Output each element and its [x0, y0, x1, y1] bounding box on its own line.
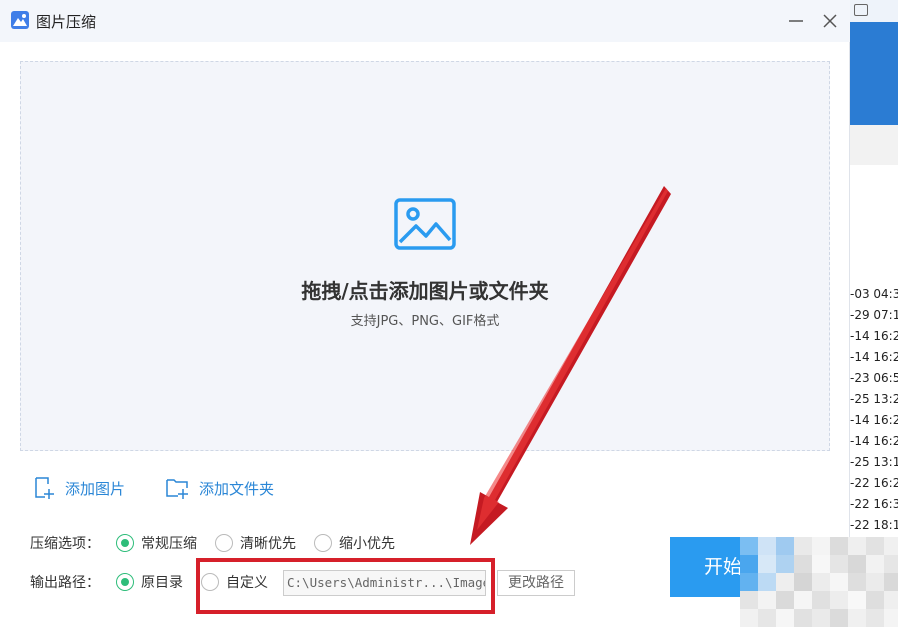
background-file-list: -03 04:3 -29 07:1 -14 16:2 -14 16:2 -23 06:5…: [850, 284, 898, 536]
add-image-icon: [35, 477, 54, 499]
message-icon: [854, 4, 868, 16]
background-row: -14 16:2: [850, 329, 898, 343]
radio-label: 缩小优先: [339, 536, 395, 552]
mosaic-overlay: [740, 537, 898, 627]
radio-label: 清晰优先: [240, 536, 296, 552]
drop-zone-title: 拖拽/点击添加图片或文件夹: [301, 279, 549, 303]
image-compress-dialog: 图片压缩 拖拽/点击添加图片或文件夹 支持JPG、PNG、GIF格式 添加图片 …: [0, 0, 850, 627]
close-icon[interactable]: [819, 10, 841, 32]
radio-clarity-first[interactable]: 清晰优先: [215, 533, 296, 553]
background-row: -25 13:2: [850, 392, 898, 406]
drop-zone[interactable]: [20, 61, 830, 451]
add-folder-icon: [166, 479, 188, 499]
radio-normal-compression[interactable]: 常规压缩: [116, 533, 197, 553]
background-titlebar: [850, 0, 898, 22]
background-row: -29 07:1: [850, 308, 898, 322]
background-row: -03 04:3: [850, 287, 898, 301]
change-path-button[interactable]: 更改路径: [497, 570, 575, 596]
background-row: -14 16:2: [850, 413, 898, 427]
background-row: -23 06:5: [850, 371, 898, 385]
add-images-button[interactable]: 添加图片: [33, 475, 125, 501]
radio-size-first[interactable]: 缩小优先: [314, 533, 395, 553]
add-folder-button[interactable]: 添加文件夹: [165, 475, 274, 501]
drop-zone-subtitle: 支持JPG、PNG、GIF格式: [350, 314, 500, 329]
minimize-icon[interactable]: [785, 10, 807, 32]
radio-label: 原目录: [141, 575, 183, 591]
title-bar: 图片压缩: [0, 0, 850, 42]
radio-button[interactable]: [314, 534, 332, 552]
background-row: -22 16:3: [850, 497, 898, 511]
background-header: [850, 125, 898, 165]
background-row: -22 16:2: [850, 476, 898, 490]
add-images-label: 添加图片: [65, 479, 126, 498]
add-folder-label: 添加文件夹: [199, 479, 275, 498]
background-row: -25 13:1: [850, 455, 898, 469]
radio-label: 常规压缩: [141, 536, 197, 552]
radio-original-directory[interactable]: 原目录: [116, 572, 183, 592]
image-placeholder-icon: [394, 198, 456, 250]
compression-options-row: 压缩选项： 常规压缩 清晰优先 缩小优先: [30, 531, 413, 555]
radio-button[interactable]: [215, 534, 233, 552]
highlight-box: [196, 558, 495, 614]
radio-button[interactable]: [116, 534, 134, 552]
background-row: -14 16:2: [850, 434, 898, 448]
window-title: 图片压缩: [36, 13, 97, 31]
app-logo-icon: [11, 11, 29, 29]
background-row: -14 16:2: [850, 350, 898, 364]
radio-button[interactable]: [116, 573, 134, 591]
output-path-label: 输出路径：: [30, 575, 100, 591]
compression-options-label: 压缩选项：: [30, 536, 100, 552]
